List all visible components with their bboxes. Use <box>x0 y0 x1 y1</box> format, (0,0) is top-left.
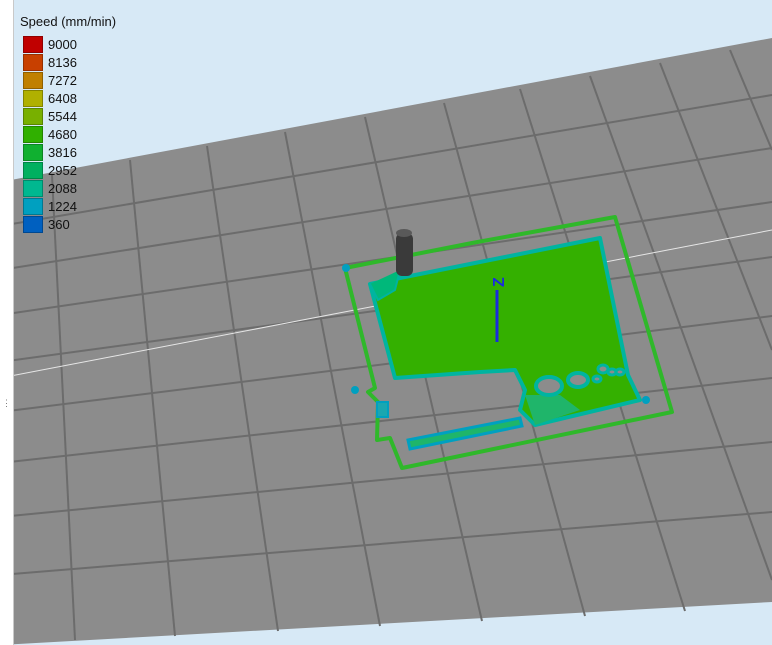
legend-swatch <box>23 89 43 107</box>
legend-row: 4680 <box>20 125 116 143</box>
island-dot-2 <box>351 386 359 394</box>
legend-value: 3816 <box>48 144 77 160</box>
hole-small-1 <box>596 363 610 375</box>
legend-swatch <box>23 107 43 125</box>
speed-legend: Speed (mm/min) 9000 8136 7272 6408 5544 4680 3… <box>20 14 116 233</box>
legend-value: 5544 <box>48 108 77 124</box>
legend-row: 9000 <box>20 35 116 53</box>
island-dot-1 <box>342 264 350 272</box>
hole-small-3 <box>591 374 603 384</box>
legend-row: 2952 <box>20 161 116 179</box>
legend-row: 2088 <box>20 179 116 197</box>
legend-row: 1224 <box>20 197 116 215</box>
3d-viewport[interactable]: Z ⋮ Speed (mm/min) 9000 8136 7272 6408 5544 4… <box>0 0 772 645</box>
legend-row: 3816 <box>20 143 116 161</box>
legend-value: 1224 <box>48 198 77 214</box>
legend-row: 7272 <box>20 71 116 89</box>
legend-swatch <box>23 35 43 53</box>
legend-value: 4680 <box>48 126 77 142</box>
hole-large <box>534 375 564 397</box>
nozzle-icon <box>396 229 413 276</box>
island-small <box>376 401 389 418</box>
legend-row: 5544 <box>20 107 116 125</box>
legend-row: 8136 <box>20 53 116 71</box>
legend-swatch <box>23 71 43 89</box>
legend-value: 8136 <box>48 54 77 70</box>
hole-medium <box>566 371 590 389</box>
legend-swatch <box>23 161 43 179</box>
hole-small-4 <box>614 367 626 377</box>
splitter-panel[interactable]: ⋮ <box>0 0 14 645</box>
island-dot-3 <box>642 396 650 404</box>
legend-entries: 9000 8136 7272 6408 5544 4680 3816 2952 2088 1224… <box>20 35 116 233</box>
splitter-grip-icon[interactable]: ⋮ <box>2 398 11 409</box>
legend-value: 360 <box>48 216 70 232</box>
legend-value: 2952 <box>48 162 77 178</box>
legend-title: Speed (mm/min) <box>20 14 117 29</box>
legend-value: 9000 <box>48 36 77 52</box>
legend-value: 2088 <box>48 180 77 196</box>
legend-value: 6408 <box>48 90 77 106</box>
legend-row: 6408 <box>20 89 116 107</box>
z-axis-label: Z <box>491 277 508 287</box>
legend-value: 7272 <box>48 72 77 88</box>
legend-swatch <box>23 125 43 143</box>
legend-swatch <box>23 143 43 161</box>
legend-swatch <box>23 197 43 215</box>
legend-swatch <box>23 215 43 233</box>
legend-swatch <box>23 179 43 197</box>
legend-row: 360 <box>20 215 116 233</box>
legend-swatch <box>23 53 43 71</box>
